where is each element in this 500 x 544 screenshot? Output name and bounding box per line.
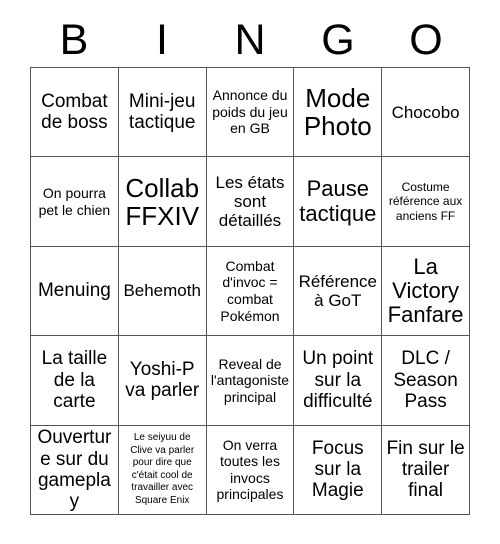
bingo-cell-r5c5[interactable]: Fin sur le trailer final — [382, 425, 470, 515]
bingo-cell-r2c1[interactable]: On pourra pet le chien — [31, 157, 119, 247]
bingo-cell-label: Les états sont détaillés — [215, 172, 285, 231]
bingo-cell-label: Mini-jeu tactique — [128, 90, 196, 134]
bingo-cell-label: On pourra pet le chien — [38, 185, 111, 218]
bingo-header-letter-o: O — [409, 16, 443, 64]
bingo-cell-label: La taille de la carte — [41, 348, 108, 413]
bingo-header-letter-g: G — [321, 16, 355, 64]
bingo-cell-r2c2[interactable]: Collab FFXIV — [118, 157, 207, 247]
bingo-cell-label: La Victory Fanfare — [387, 253, 464, 328]
bingo-cell-label: Mode Photo — [303, 83, 372, 142]
bingo-cell-label: Le seiyuu de Clive va parler pour dire q… — [130, 432, 195, 506]
bingo-header-letter-i: I — [156, 16, 168, 64]
bingo-cell-r1c1[interactable]: Combat de boss — [31, 68, 119, 158]
bingo-cell-r2c3[interactable]: Les états sont détaillés — [206, 157, 295, 247]
bingo-cell-label: Costume référence aux anciens FF — [388, 179, 463, 223]
bingo-cell-r3c4[interactable]: Référence à GoT — [294, 246, 383, 337]
bingo-cell-r4c3[interactable]: Reveal de l'antagoniste principal — [206, 336, 295, 426]
bingo-cell-r3c3[interactable]: Combat d'invoc = combat Pokémon — [206, 246, 295, 337]
bingo-cell-r5c4[interactable]: Focus sur la Magie — [294, 425, 383, 515]
bingo-cell-r1c5[interactable]: Chocobo — [382, 68, 470, 158]
bingo-cell-r3c5[interactable]: La Victory Fanfare — [382, 246, 470, 337]
bingo-cell-r5c2[interactable]: Le seiyuu de Clive va parler pour dire q… — [118, 425, 207, 515]
bingo-cell-label: On verra toutes les invocs principales — [216, 436, 284, 503]
bingo-header-letter-n: N — [234, 16, 266, 64]
bingo-cell-r1c4[interactable]: Mode Photo — [294, 68, 383, 158]
bingo-cell-label: Chocobo — [391, 102, 460, 122]
bingo-cell-r1c2[interactable]: Mini-jeu tactique — [118, 68, 207, 158]
bingo-cell-label: Collab FFXIV — [125, 172, 200, 231]
bingo-cell-r1c3[interactable]: Annonce du poids du jeu en GB — [206, 68, 295, 158]
bingo-cell-label: Focus sur la Magie — [311, 437, 364, 502]
bingo-cell-label: Yoshi-P va parler — [125, 359, 200, 402]
bingo-cell-label: Menuing — [37, 280, 111, 302]
bingo-cell-label: Combat de boss — [41, 90, 108, 134]
bingo-header: B I N G O — [30, 14, 470, 67]
bingo-cell-r2c5[interactable]: Costume référence aux anciens FF — [382, 157, 470, 247]
bingo-cell-label: Behemoth — [123, 281, 201, 301]
bingo-cell-r3c1[interactable]: Menuing — [31, 246, 119, 337]
bingo-cell-label: Reveal de l'antagoniste principal — [210, 355, 290, 405]
bingo-cell-label: DLC / Season Pass — [393, 348, 458, 413]
bingo-cell-r3c2[interactable]: Behemoth — [118, 246, 207, 337]
bingo-cell-r5c1[interactable]: Ouverture sur du gameplay — [31, 425, 119, 515]
bingo-cell-label: Référence à GoT — [298, 271, 377, 310]
bingo-cell-r4c1[interactable]: La taille de la carte — [31, 336, 119, 426]
bingo-cell-label: Combat d'invoc = combat Pokémon — [220, 257, 280, 324]
bingo-cell-label: Fin sur le trailer final — [386, 437, 465, 502]
bingo-cell-label: Pause tactique — [299, 176, 377, 226]
bingo-cell-r4c5[interactable]: DLC / Season Pass — [382, 336, 470, 426]
bingo-cell-label: Annonce du poids du jeu en GB — [212, 87, 288, 137]
bingo-cell-label: Ouverture sur du gameplay — [37, 427, 112, 513]
bingo-cell-label: Un point sur la difficulté — [302, 348, 374, 413]
bingo-cell-r5c3[interactable]: On verra toutes les invocs principales — [206, 425, 295, 515]
bingo-cell-r2c4[interactable]: Pause tactique — [294, 157, 383, 247]
bingo-cell-r4c2[interactable]: Yoshi-P va parler — [118, 336, 207, 426]
bingo-cell-r4c4[interactable]: Un point sur la difficulté — [294, 336, 383, 426]
bingo-card: B I N G O Combat de boss Mini-jeu tactiq… — [0, 0, 500, 544]
bingo-grid: Combat de boss Mini-jeu tactique Annonce… — [30, 67, 470, 515]
bingo-header-letter-b: B — [59, 16, 89, 64]
